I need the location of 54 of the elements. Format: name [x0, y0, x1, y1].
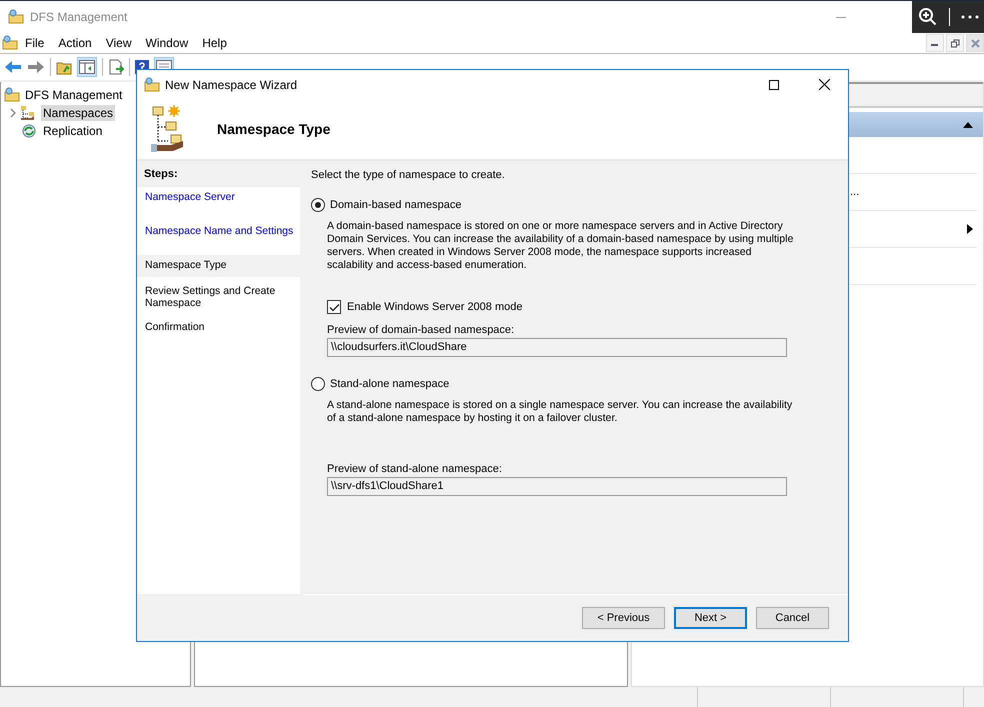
restore-button[interactable]: [946, 34, 964, 52]
dialog-button[interactable]: Cancel: [756, 607, 829, 629]
folder-icon: [2, 35, 18, 51]
tree-item[interactable]: DFS Management: [23, 87, 124, 103]
forward-arrow-icon[interactable]: [27, 60, 45, 74]
window-title: DFS Management: [30, 10, 128, 24]
maximize-icon[interactable]: [769, 80, 779, 90]
menu-item[interactable]: File: [18, 36, 52, 50]
submenu-arrow-icon[interactable]: [967, 224, 973, 234]
expand-chevron-icon[interactable]: [9, 108, 17, 118]
menu-item[interactable]: View: [98, 36, 138, 50]
radio-label: Stand-alone namespace: [330, 378, 450, 390]
zoom-in-icon[interactable]: [918, 6, 938, 26]
step-item[interactable]: Review Settings and Create Namespace: [137, 281, 300, 313]
menu-item[interactable]: Help: [195, 36, 234, 50]
step-item[interactable]: Confirmation: [137, 317, 300, 339]
field-label: Preview of stand-alone namespace:: [327, 463, 503, 475]
preview-field: \\cloudsurfers.it\CloudShare: [327, 338, 787, 357]
page-heading: Namespace Type: [217, 121, 330, 137]
folder-icon: [4, 87, 20, 103]
radio-button[interactable]: [311, 377, 325, 391]
sync-icon: [20, 123, 38, 139]
folder-icon: [8, 9, 24, 25]
radio-label: Domain-based namespace: [330, 199, 462, 211]
preview-field: \\srv-dfs1\CloudShare1: [327, 477, 787, 496]
menu-item[interactable]: Action: [51, 36, 99, 50]
collapse-up-icon[interactable]: [963, 122, 973, 128]
minimize-icon[interactable]: [836, 16, 846, 18]
radio-button[interactable]: [311, 198, 325, 212]
instruction-text: Select the type of namespace to create.: [311, 169, 506, 181]
back-arrow-icon[interactable]: [4, 60, 22, 74]
folder-icon: [144, 76, 160, 92]
field-label: Preview of domain-based namespace:: [327, 324, 516, 336]
dialog-button[interactable]: Next >: [674, 607, 747, 629]
restore-icon[interactable]: [950, 38, 960, 48]
console-tree-button[interactable]: [77, 57, 97, 77]
checkbox[interactable]: [327, 300, 341, 314]
tree-item[interactable]: Namespaces: [41, 105, 116, 121]
export-list-icon[interactable]: [108, 59, 124, 75]
action-item[interactable]: ...: [850, 186, 860, 198]
steps-heading: Steps:: [137, 161, 300, 187]
option-description: A domain-based namespace is stored on one or more namespace servers and in Active Directory Domain Services. You can increase the availability of a domain-based namespace by using multiple servers. When created in Windows Server 2008 mode, the namespace supports increased scalability and access-based enumeration.: [327, 220, 794, 272]
step-link[interactable]: Namespace Server: [137, 187, 300, 209]
dialog-button[interactable]: < Previous: [582, 607, 665, 629]
more-icon[interactable]: [960, 14, 978, 18]
checkbox-label: Enable Windows Server 2008 mode: [347, 301, 522, 313]
option-description: A stand-alone namespace is stored on a single namespace server. You can increase the availability of a stand-alone namespace by hosting it on a failover cluster.: [327, 399, 794, 425]
step-item[interactable]: Namespace Type: [137, 255, 300, 277]
dialog-title: New Namespace Wizard: [165, 78, 298, 92]
menu-item[interactable]: Window: [138, 36, 196, 50]
tree-item[interactable]: Replication: [41, 123, 104, 139]
close-icon[interactable]: [819, 79, 830, 90]
minimize-button[interactable]: [926, 34, 944, 52]
step-link[interactable]: Namespace Name and Settings: [137, 221, 300, 243]
